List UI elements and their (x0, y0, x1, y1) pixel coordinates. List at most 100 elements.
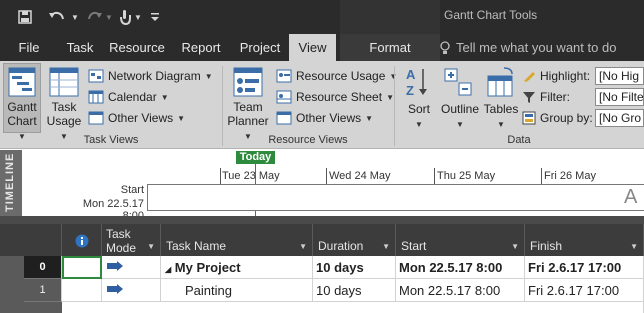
chevron-down-icon: ▼ (147, 242, 155, 251)
tables-button[interactable]: Tables ▼ (482, 102, 520, 132)
tell-me-text: Tell me what you want to do (456, 40, 617, 55)
start-cell[interactable]: Mon 22.5.17 8:00 (396, 256, 525, 279)
chevron-down-icon: ▼ (511, 242, 519, 251)
customize-qat-icon[interactable] (148, 6, 162, 28)
outline-button[interactable]: Outline ▼ (438, 102, 482, 132)
tables-icon (486, 66, 516, 98)
tab-resource[interactable]: Resource (104, 34, 170, 61)
task-views-group-label: Task Views (83, 134, 139, 146)
timeline-date: Wed 24 May (329, 170, 391, 182)
timeline-tick (220, 168, 221, 184)
start-cell[interactable]: Mon 22.5.17 8:00 (396, 279, 525, 302)
duration-cell[interactable]: 10 days (313, 256, 396, 279)
tab-task[interactable]: Task (58, 34, 102, 61)
chevron-down-icon: ▼ (382, 242, 390, 251)
tell-me-box[interactable]: Tell me what you want to do (440, 34, 616, 61)
indicators-header[interactable] (62, 224, 102, 256)
other-views-icon (276, 111, 292, 125)
empty-row[interactable] (62, 302, 644, 313)
finish-header[interactable]: Finish ▼ (525, 224, 644, 256)
row-id[interactable]: 0 (24, 256, 62, 279)
touch-dropdown-icon[interactable]: ▼ (134, 6, 142, 28)
calendar-button[interactable]: Calendar ▼ (88, 87, 169, 107)
filter-icon (522, 90, 536, 104)
team-planner-icon (233, 67, 263, 97)
chevron-down-icon: ▼ (177, 113, 186, 123)
group-by-icon (522, 111, 536, 125)
indicator-cell[interactable] (62, 279, 102, 302)
tab-format[interactable]: Format (340, 34, 440, 61)
chevron-down-icon: ▼ (160, 92, 169, 102)
timeline-tick (326, 168, 327, 184)
save-icon[interactable] (14, 6, 36, 28)
sort-icon: AZ (404, 66, 430, 98)
task-mode-header[interactable]: Task Mode ▼ (102, 224, 161, 256)
chevron-down-icon: ▼ (630, 242, 638, 251)
timeline-side-label: TIMELINE (0, 150, 22, 216)
chevron-down-icon: ▼ (386, 92, 394, 102)
filter-control: Filter: (522, 87, 570, 107)
select-all-corner[interactable] (0, 224, 62, 256)
tab-file[interactable]: File (8, 34, 50, 61)
chevron-down-icon: ▼ (204, 71, 213, 81)
task-mode-cell[interactable] (102, 256, 161, 279)
tab-project[interactable]: Project (232, 34, 288, 61)
other-views-resource-button[interactable]: Other Views ▼ (276, 108, 373, 128)
collapse-triangle-icon[interactable]: ◢ (165, 265, 171, 274)
finish-cell[interactable]: Fri 2.6.17 17:00 (525, 279, 644, 302)
duration-cell[interactable]: 10 days (313, 279, 396, 302)
empty-row-header (24, 302, 62, 313)
lightbulb-icon (440, 40, 450, 55)
sort-button[interactable]: Sort ▼ (400, 102, 438, 132)
network-diagram-button[interactable]: Network Diagram ▼ (88, 66, 213, 86)
info-icon (75, 234, 89, 248)
chevron-down-icon: ▼ (365, 113, 374, 123)
duration-header[interactable]: Duration ▼ (313, 224, 396, 256)
highlighter-icon (522, 69, 536, 83)
undo-icon[interactable] (44, 6, 70, 28)
task-name-cell[interactable]: ◢ My Project (161, 256, 313, 279)
other-views-icon (88, 111, 104, 125)
today-marker: Today (236, 151, 275, 164)
auto-scheduled-icon (106, 260, 124, 274)
timeline-tick (434, 168, 435, 184)
group-by-select[interactable]: [No Gro (595, 109, 644, 127)
gantt-chart-icon (8, 67, 36, 97)
tab-view[interactable]: View (289, 34, 336, 61)
other-views-task-button[interactable]: Other Views ▼ (88, 108, 185, 128)
task-mode-cell[interactable] (102, 279, 161, 302)
redo-icon[interactable] (84, 6, 106, 28)
start-header[interactable]: Start ▼ (396, 224, 525, 256)
redo-dropdown-icon[interactable]: ▼ (104, 6, 114, 28)
timeline-start-label: Start (120, 184, 144, 196)
context-tab-band (340, 0, 440, 34)
row-id[interactable]: 1 (24, 279, 62, 302)
task-usage-icon (49, 67, 79, 97)
resource-views-group-label: Resource Views (268, 134, 348, 146)
pane-divider[interactable] (0, 216, 644, 224)
resource-usage-button[interactable]: Resource Usage ▼ (276, 66, 397, 86)
filter-select[interactable]: [No Filte (595, 88, 644, 106)
highlight-control: Highlight: (522, 66, 590, 86)
svg-text:Z: Z (406, 83, 414, 98)
tab-report[interactable]: Report (172, 34, 230, 61)
indicator-cell[interactable] (62, 256, 102, 279)
task-name-cell[interactable]: Painting (161, 279, 313, 302)
touch-mode-icon[interactable] (114, 6, 136, 28)
data-group-label: Data (507, 134, 531, 146)
timeline-date: Fri 26 May (544, 170, 596, 182)
row-gutter (0, 279, 24, 313)
chevron-down-icon: ▼ (299, 242, 307, 251)
timeline-bar[interactable] (147, 184, 644, 211)
undo-dropdown-icon[interactable]: ▼ (70, 6, 80, 28)
highlight-select[interactable]: [No Hig (595, 67, 644, 85)
timeline-tick (541, 168, 542, 184)
row-gutter (0, 256, 24, 279)
finish-cell[interactable]: Fri 2.6.17 17:00 (525, 256, 644, 279)
outline-icon (444, 68, 474, 98)
timeline-task-text: A (624, 186, 638, 208)
network-diagram-icon (88, 69, 104, 83)
task-name-header[interactable]: Task Name ▼ (161, 224, 313, 256)
resource-sheet-button[interactable]: Resource Sheet ▼ (276, 87, 394, 107)
resource-sheet-icon (276, 90, 292, 104)
